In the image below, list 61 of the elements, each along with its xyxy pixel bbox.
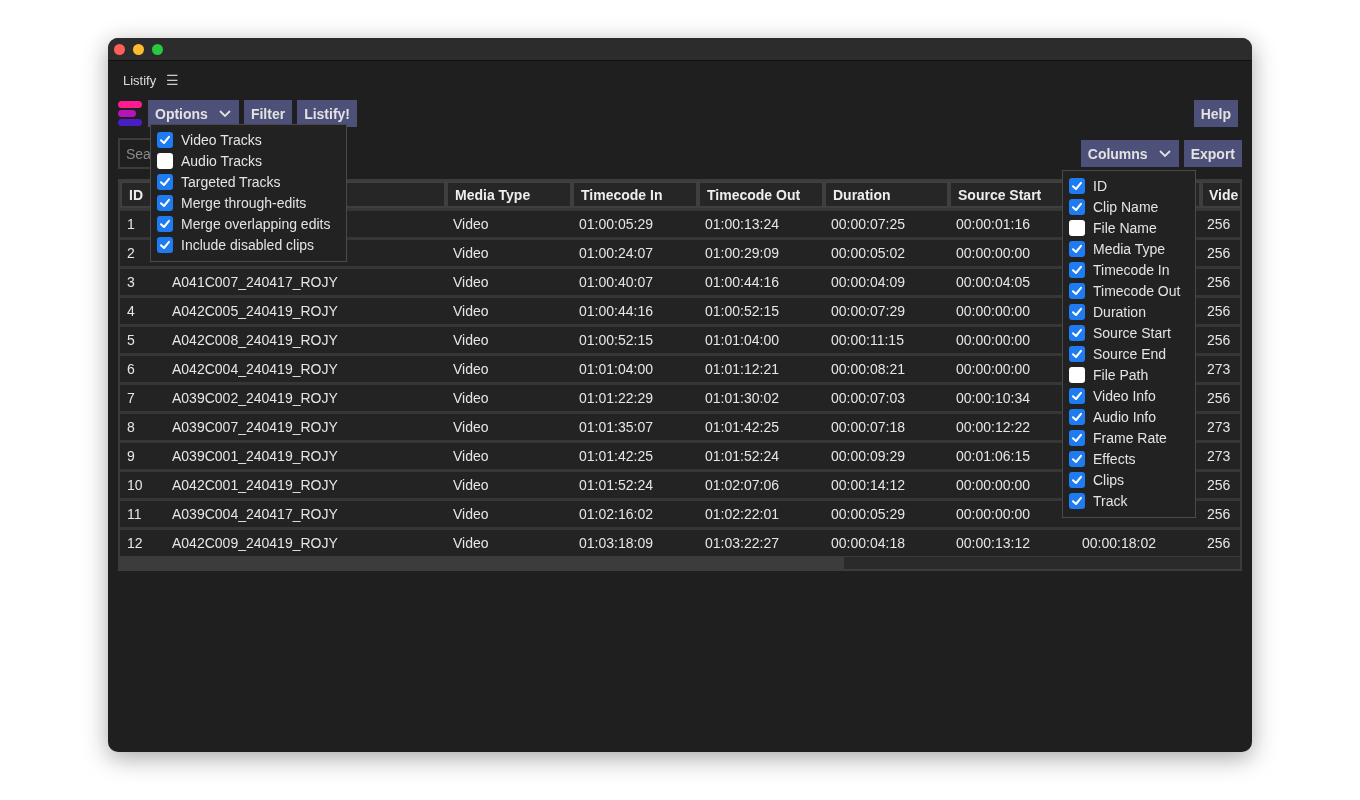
checkbox[interactable] — [1069, 471, 1085, 488]
logo-icon — [118, 100, 142, 127]
zoom-button[interactable] — [152, 43, 163, 55]
menu-item-label: Video Info — [1093, 387, 1156, 404]
menu-item-label: Clips — [1093, 471, 1125, 488]
checkbox[interactable] — [1069, 324, 1085, 341]
checkbox[interactable] — [157, 236, 173, 253]
column-header[interactable]: Timecode Out — [698, 181, 824, 208]
menu-item-label: Duration — [1093, 303, 1146, 320]
menu-item-label: ID — [1093, 177, 1107, 194]
checkbox[interactable] — [1069, 219, 1085, 236]
menu-item-label: Source Start — [1093, 324, 1171, 341]
export-button[interactable]: Export — [1183, 140, 1242, 167]
checkbox[interactable] — [1069, 282, 1085, 299]
column-header[interactable]: Timecode In — [572, 181, 698, 208]
checkbox[interactable] — [1069, 240, 1085, 257]
checkbox[interactable] — [1069, 492, 1085, 509]
checkbox[interactable] — [1069, 450, 1085, 467]
checkbox[interactable] — [157, 194, 173, 211]
horizontal-scrollbar[interactable] — [120, 556, 1240, 569]
help-button[interactable]: Help — [1193, 100, 1238, 127]
app-title: Listify — [123, 72, 157, 88]
menu-item-label: Clip Name — [1093, 198, 1159, 215]
menu-item-label: Timecode In — [1093, 261, 1170, 278]
dropdown-button[interactable]: Columns — [1080, 140, 1179, 167]
menu-item-label: Merge through-edits — [181, 194, 307, 211]
menu-item-label: Source End — [1093, 345, 1167, 362]
menu-item-label: Timecode Out — [1093, 282, 1181, 299]
menu-item-label: File Name — [1093, 219, 1157, 236]
menu-item-label: Frame Rate — [1093, 429, 1167, 446]
checkbox[interactable] — [157, 152, 173, 169]
close-button[interactable] — [114, 43, 125, 55]
checkbox[interactable] — [1069, 261, 1085, 278]
minimize-button[interactable] — [133, 43, 144, 55]
checkbox[interactable] — [1069, 345, 1085, 362]
menu-item-label: Targeted Tracks — [181, 173, 281, 190]
column-header[interactable]: Media Type — [446, 181, 572, 208]
checkbox[interactable] — [157, 173, 173, 190]
caret-icon — [217, 108, 232, 119]
checkbox[interactable] — [1069, 303, 1085, 320]
checkbox[interactable] — [1069, 366, 1085, 383]
column-header[interactable]: Duration — [824, 181, 949, 208]
caret-icon — [1157, 148, 1172, 159]
menu-button[interactable]: ☰ — [166, 72, 180, 88]
column-header[interactable]: Vide — [1201, 181, 1240, 208]
menu-item-label: Effects — [1093, 450, 1136, 467]
menu-item-label: Video Tracks — [181, 131, 262, 148]
menu-item-label: Media Type — [1093, 240, 1166, 257]
menu-item-label: Merge overlapping edits — [181, 215, 331, 232]
menu-item-label: Include disabled clips — [181, 236, 315, 253]
checkbox[interactable] — [1069, 198, 1085, 215]
menu-item-label: Audio Tracks — [181, 152, 262, 169]
menu-item-label: Track — [1093, 492, 1128, 509]
checkbox[interactable] — [1069, 387, 1085, 404]
checkbox[interactable] — [157, 131, 173, 148]
menu-item-label: Audio Info — [1093, 408, 1157, 425]
checkbox[interactable] — [1069, 408, 1085, 425]
checkbox[interactable] — [1069, 429, 1085, 446]
checkbox[interactable] — [1069, 177, 1085, 194]
menu-item-label: File Path — [1093, 366, 1149, 383]
checkbox[interactable] — [157, 215, 173, 232]
